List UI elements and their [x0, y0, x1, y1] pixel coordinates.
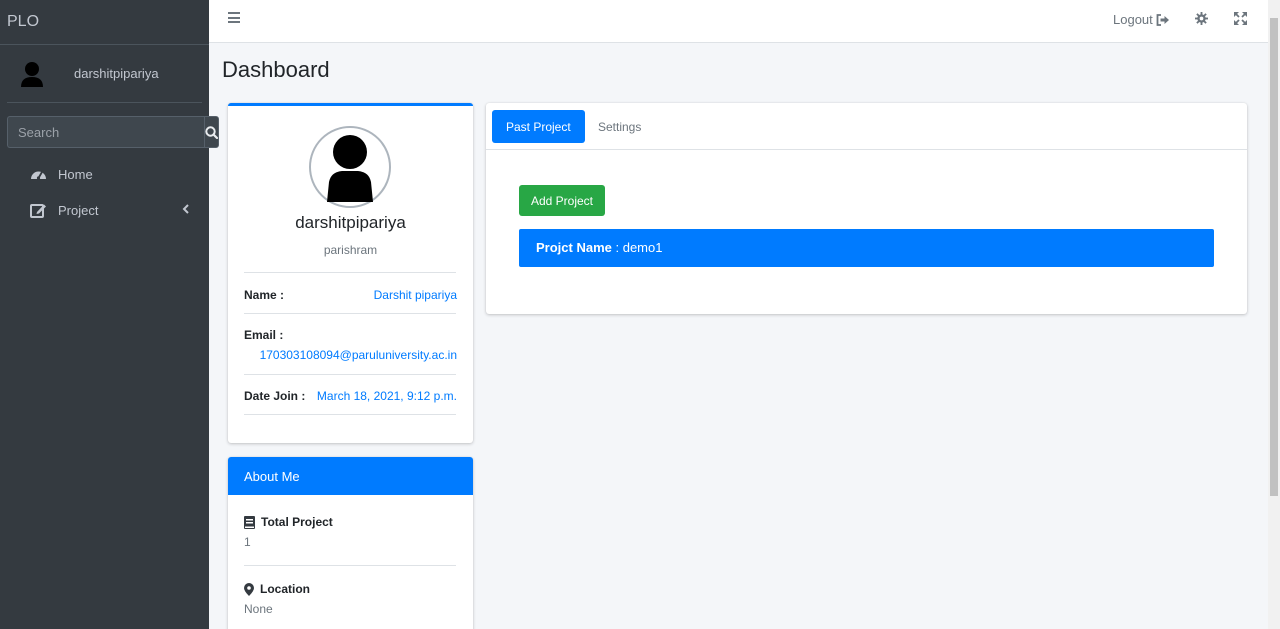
date-join-label: Date Join : [244, 389, 306, 403]
location-title: Location [244, 582, 310, 596]
page-title: Dashboard [222, 57, 330, 82]
user-panel: darshitpipariya [7, 45, 202, 103]
name-value[interactable]: Darshit pipariya [374, 288, 457, 302]
user-avatar-icon [327, 135, 373, 202]
book-icon [244, 515, 255, 529]
add-project-button[interactable]: Add Project [519, 185, 605, 216]
tabs-bar: Past Project Settings [486, 103, 1247, 150]
fullscreen-button[interactable] [1234, 12, 1247, 30]
dashboard-icon [30, 167, 48, 181]
menu-toggle-icon[interactable] [228, 12, 240, 23]
tab-past-project[interactable]: Past Project [492, 110, 585, 143]
expand-icon [1234, 12, 1247, 25]
brand-logo[interactable]: PLO [0, 0, 209, 45]
project-name-value: demo1 [622, 240, 663, 255]
email-value[interactable]: 170303108094@paruluniversity.ac.in [260, 348, 457, 362]
profile-username: darshitpipariya [295, 213, 406, 232]
chevron-left-icon [182, 204, 189, 214]
profile-card: darshitpipariya parishram Name : Darshit… [228, 103, 473, 443]
divider [244, 313, 456, 314]
avatar [15, 56, 49, 91]
sidebar-search [7, 116, 219, 148]
settings-button[interactable] [1195, 12, 1208, 30]
total-project-value: 1 [244, 535, 251, 549]
sidebar-item-home[interactable]: Home [7, 156, 202, 192]
sign-out-icon [1156, 13, 1169, 26]
location-label: Location [260, 582, 310, 596]
project-name-separator: : [611, 240, 623, 255]
scrollbar-thumb[interactable] [1270, 18, 1278, 496]
name-label: Name : [244, 288, 285, 302]
sidebar: PLO darshitpipariya Home [0, 0, 219, 629]
gear-icon [1195, 12, 1208, 25]
total-project-title: Total Project [244, 515, 333, 529]
profile-subtitle: parishram [323, 243, 378, 257]
edit-icon [30, 203, 48, 218]
search-input[interactable] [7, 116, 204, 148]
project-name-label: Projct Name [536, 240, 612, 255]
search-button[interactable] [204, 116, 219, 148]
map-marker-icon [244, 582, 254, 596]
divider [244, 414, 456, 415]
logout-link[interactable]: Logout [1113, 12, 1170, 27]
sidebar-item-project[interactable]: Project [7, 192, 202, 228]
email-label: Email : [244, 328, 284, 342]
sidebar-item-label: Project [58, 202, 99, 218]
total-project-label: Total Project [261, 515, 333, 529]
divider [244, 374, 456, 375]
profile-avatar [309, 126, 391, 208]
projects-card: Past Project Settings Add Project Projct… [486, 103, 1247, 314]
user-avatar-icon [21, 61, 43, 87]
page-scrollbar[interactable] [1268, 0, 1280, 629]
top-navbar: Logout [209, 0, 1268, 43]
project-row[interactable]: Projct Name : demo1 [519, 229, 1214, 267]
about-card: About Me Total Project 1 Location None [228, 457, 473, 629]
sidebar-user-name[interactable]: darshitpipariya [74, 66, 159, 81]
tab-settings[interactable]: Settings [584, 110, 655, 143]
logout-label: Logout [1113, 12, 1153, 27]
about-header: About Me [228, 457, 473, 495]
divider [244, 272, 456, 273]
date-join-value[interactable]: March 18, 2021, 9:12 p.m. [317, 389, 457, 403]
search-icon [205, 125, 218, 139]
divider [244, 565, 456, 566]
sidebar-item-label: Home [58, 166, 93, 182]
location-value: None [244, 602, 273, 616]
